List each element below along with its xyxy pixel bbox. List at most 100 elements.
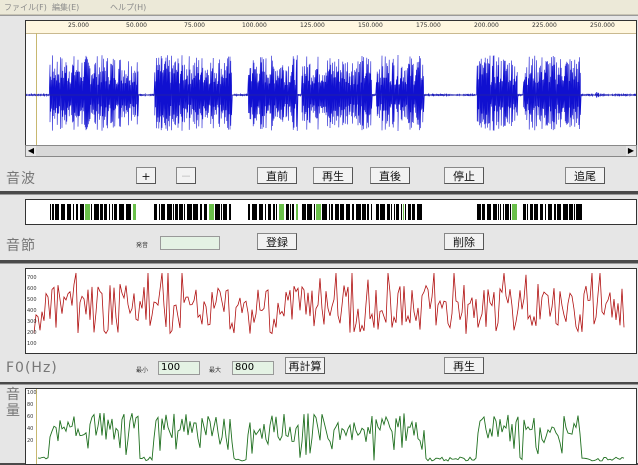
- menu-edit[interactable]: 編集(E): [52, 2, 79, 13]
- wave-panel-label: 音波: [6, 171, 36, 187]
- f0-panel-label: F0(Hz): [6, 360, 58, 376]
- syllable-mark: [229, 204, 231, 220]
- min-label: 最小: [136, 367, 149, 374]
- syllable-mark: [73, 204, 74, 220]
- syllable-mark: [100, 204, 103, 220]
- syllable-mark: [193, 204, 198, 220]
- syllable-mark: [412, 204, 415, 220]
- syllable-mark: [268, 204, 271, 220]
- menu-file[interactable]: ファイル(F): [4, 2, 47, 13]
- syllable-strip[interactable]: [25, 199, 637, 225]
- syllable-mark: [215, 204, 220, 220]
- syllable-mark: [576, 204, 582, 220]
- delete-button[interactable]: 削除: [444, 233, 484, 250]
- recalc-button[interactable]: 再計算: [285, 357, 325, 374]
- syllable-mark: [173, 204, 174, 220]
- horizontal-scrollbar[interactable]: ◀ ▶: [25, 145, 637, 157]
- reading-field[interactable]: [160, 236, 220, 250]
- syllable-mark: [477, 204, 481, 220]
- syllable-mark: [545, 204, 546, 220]
- syllable-mark: [126, 204, 131, 220]
- syllable-mark: [482, 204, 485, 220]
- syllable-mark: [548, 204, 552, 220]
- volume-y-tick: 20: [27, 438, 34, 444]
- menu-help[interactable]: ヘルプ(H): [110, 2, 146, 13]
- syllable-mark: [286, 204, 289, 220]
- syllable-mark: [356, 204, 361, 220]
- max-field[interactable]: 800: [232, 361, 274, 375]
- syllable-mark: [367, 204, 369, 220]
- syllable-mark: [133, 204, 136, 220]
- waveform-plot: [26, 54, 636, 132]
- syllable-mark: [401, 204, 402, 220]
- syllable-mark: [493, 204, 497, 220]
- volume-trace: [37, 413, 625, 462]
- prev-button[interactable]: 直前: [257, 167, 297, 184]
- f0-play-button[interactable]: 再生: [444, 357, 484, 374]
- syllable-mark: [403, 204, 404, 220]
- syllable-mark: [114, 204, 117, 220]
- zoom-in-button[interactable]: +: [136, 167, 156, 184]
- ruler-tick: 150.000: [358, 22, 383, 29]
- syllable-mark: [322, 204, 327, 220]
- syllable-mark: [91, 204, 92, 220]
- play-button[interactable]: 再生: [313, 167, 353, 184]
- syllable-mark: [352, 204, 354, 220]
- syllable-mark: [273, 204, 275, 220]
- min-field[interactable]: 100: [158, 361, 200, 375]
- zoom-out-button[interactable]: －: [176, 167, 196, 184]
- ruler-tick: 250.000: [590, 22, 615, 29]
- syllable-mark: [161, 204, 165, 220]
- ruler-tick: 25.000: [68, 22, 89, 29]
- ruler-tick: 175.000: [416, 22, 441, 29]
- scroll-right-icon[interactable]: ▶: [626, 146, 636, 156]
- volume-y-tick: 100: [27, 390, 37, 396]
- register-button[interactable]: 登録: [257, 233, 297, 250]
- f0-y-tick: 200: [27, 330, 37, 336]
- wave-panel: 25.000 50.000 75.000 100.000 125.000 150…: [0, 15, 638, 191]
- syllable-mark: [314, 204, 315, 220]
- syllable-mark: [76, 204, 78, 220]
- f0-y-tick: 400: [27, 308, 37, 314]
- syllable-mark: [94, 204, 99, 220]
- syllable-panel-label: 音節: [6, 238, 36, 254]
- f0-y-tick: 300: [27, 319, 37, 325]
- syllable-mark: [346, 204, 350, 220]
- f0-plot: [33, 272, 625, 335]
- syllable-mark: [302, 204, 306, 220]
- syllable-mark: [167, 204, 172, 220]
- f0-y-tick: 700: [27, 275, 37, 281]
- syllable-mark: [331, 204, 333, 220]
- f0-view[interactable]: 700 600 500 400 300 200 100: [25, 268, 637, 354]
- syllable-mark: [569, 204, 573, 220]
- syllable-mark: [187, 204, 192, 220]
- syllable-mark: [530, 204, 533, 220]
- syllable-mark: [503, 204, 504, 220]
- volume-plot: [37, 413, 625, 462]
- volume-view[interactable]: 100 80 60 40 20: [25, 388, 637, 465]
- syllable-mark: [67, 204, 71, 220]
- syllable-mark: [505, 204, 509, 220]
- syllable-mark: [104, 204, 107, 220]
- syllable-mark: [387, 204, 390, 220]
- syllable-panel: 音節 発音 登録 削除: [0, 194, 638, 260]
- syllable-mark: [371, 204, 372, 220]
- menu-bar: ファイル(F) 編集(E) ヘルプ(H): [0, 0, 638, 15]
- syllable-mark: [252, 204, 257, 220]
- syllable-mark: [512, 204, 517, 220]
- syllable-mark: [500, 204, 501, 220]
- next-button[interactable]: 直後: [370, 167, 410, 184]
- syllable-mark: [200, 204, 202, 220]
- stop-button[interactable]: 停止: [444, 167, 484, 184]
- syllable-mark: [292, 204, 294, 220]
- syllable-mark: [61, 204, 65, 220]
- reading-label: 発音: [136, 242, 149, 249]
- syllable-mark: [119, 204, 124, 220]
- waveform-view[interactable]: 25.000 50.000 75.000 100.000 125.000 150…: [25, 20, 637, 147]
- syllable-mark: [574, 204, 575, 220]
- syllable-mark: [335, 204, 339, 220]
- scroll-left-icon[interactable]: ◀: [26, 146, 36, 156]
- syllable-mark: [405, 204, 406, 220]
- volume-y-tick: 40: [27, 426, 34, 432]
- follow-button[interactable]: 追尾: [565, 167, 605, 184]
